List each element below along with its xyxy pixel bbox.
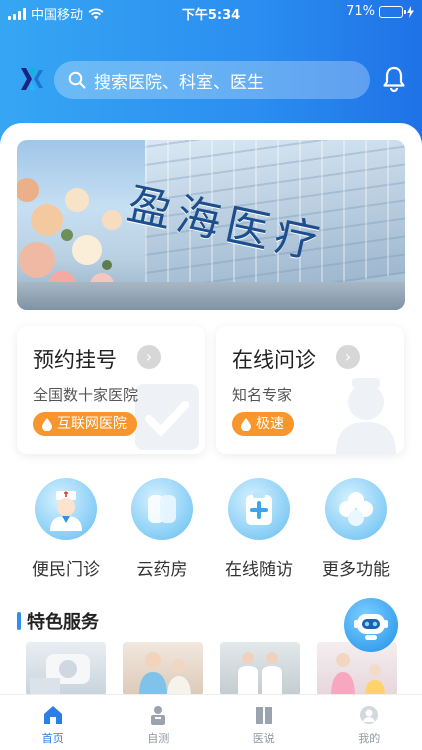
function-online-followup[interactable]: 在线随访 xyxy=(219,478,299,580)
function-label: 云药房 xyxy=(136,560,188,580)
nurse-icon xyxy=(35,478,97,540)
battery-percent: 71% xyxy=(346,4,375,19)
battery-icon xyxy=(379,5,406,18)
clover-icon xyxy=(325,478,387,540)
calendar-check-icon xyxy=(135,384,199,450)
consultation-card[interactable]: 在线问诊 › 知名专家 极速 xyxy=(216,326,404,454)
nurse-care-image xyxy=(139,652,191,696)
section-accent-bar xyxy=(17,612,21,630)
search-bar[interactable]: 搜索医院、科室、医生 xyxy=(54,61,370,99)
function-label: 更多功能 xyxy=(322,560,390,580)
service-thumbnail-2[interactable] xyxy=(123,642,203,696)
search-icon xyxy=(68,71,86,89)
clipboard-icon xyxy=(228,478,290,540)
book-icon xyxy=(255,707,272,724)
bottom-tab-bar: 首页 自测 医说 我的 xyxy=(0,694,422,750)
card-badge: 极速 xyxy=(232,412,294,436)
function-more[interactable]: 更多功能 xyxy=(316,478,396,580)
function-convenience-clinic[interactable]: 便民门诊 xyxy=(26,478,106,580)
home-icon xyxy=(43,706,62,724)
service-thumbnail-1[interactable] xyxy=(26,642,106,696)
tab-label: 我的 xyxy=(358,732,381,745)
tab-label: 自测 xyxy=(147,732,170,745)
self-test-icon xyxy=(151,706,166,725)
medical-equipment-image xyxy=(30,654,90,696)
status-right: 71% xyxy=(346,4,414,19)
card-subtitle: 知名专家 xyxy=(232,386,293,404)
pharmacy-icon xyxy=(131,478,193,540)
card-badge-label: 互联网医院 xyxy=(57,416,127,432)
hospital-banner[interactable]: 盈海医疗 xyxy=(17,140,405,310)
profile-icon xyxy=(360,706,379,724)
service-thumbnail-4[interactable] xyxy=(317,642,397,696)
card-title: 预约挂号 xyxy=(33,348,117,372)
robot-icon xyxy=(354,614,388,640)
drop-icon xyxy=(42,418,52,431)
doctors-image xyxy=(238,652,282,696)
section-title-label: 特色服务 xyxy=(27,612,99,633)
chevron-right-icon[interactable]: › xyxy=(336,345,360,369)
card-title: 在线问诊 xyxy=(232,348,316,372)
card-badge-label: 极速 xyxy=(256,416,284,432)
tab-label: 首页 xyxy=(41,732,64,745)
appointment-card[interactable]: 预约挂号 › 全国数十家医院 互联网医院 xyxy=(17,326,205,454)
ai-assistant-robot-button[interactable] xyxy=(344,598,398,652)
pediatric-care-image xyxy=(331,653,385,696)
status-bar: 中国移动 下午5:34 71% xyxy=(0,0,422,24)
plaza xyxy=(17,282,405,310)
function-label: 在线随访 xyxy=(225,560,293,580)
card-subtitle: 全国数十家医院 xyxy=(33,386,139,404)
nurse-silhouette-icon xyxy=(336,378,396,454)
tab-label: 医说 xyxy=(252,732,275,745)
tab-medical-talk[interactable]: 医说 xyxy=(211,695,317,750)
search-placeholder: 搜索医院、科室、医生 xyxy=(94,72,264,93)
charging-icon xyxy=(407,5,414,18)
card-badge: 互联网医院 xyxy=(33,412,137,436)
chevron-right-icon[interactable]: › xyxy=(137,345,161,369)
service-thumbnail-3[interactable] xyxy=(220,642,300,696)
function-cloud-pharmacy[interactable]: 云药房 xyxy=(122,478,202,580)
app-logo xyxy=(21,68,43,90)
tab-profile[interactable]: 我的 xyxy=(317,695,422,750)
tab-home[interactable]: 首页 xyxy=(0,695,106,750)
notification-bell-icon[interactable] xyxy=(380,65,408,93)
drop-icon xyxy=(241,418,251,431)
function-label: 便民门诊 xyxy=(32,560,100,580)
featured-services-title: 特色服务 xyxy=(17,608,99,634)
tab-self-test[interactable]: 自测 xyxy=(106,695,212,750)
